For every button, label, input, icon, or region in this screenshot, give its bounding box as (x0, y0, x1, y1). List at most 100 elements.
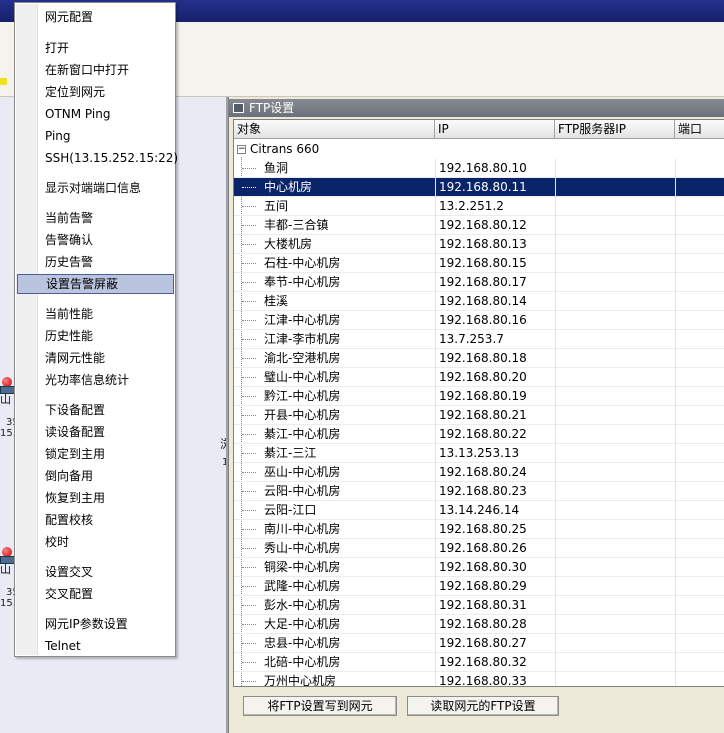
row-ftp-server-ip[interactable] (555, 558, 675, 577)
menu-item[interactable]: 清网元性能 (17, 348, 174, 368)
row-port[interactable] (675, 216, 724, 235)
row-port[interactable] (675, 596, 724, 615)
column-header-ftp-server-ip[interactable]: FTP服务器IP (555, 120, 675, 139)
row-ftp-server-ip[interactable] (555, 292, 675, 311)
column-header-object[interactable]: 对象 (234, 120, 435, 139)
row-port[interactable] (675, 425, 724, 444)
row-ftp-server-ip[interactable] (555, 539, 675, 558)
menu-item[interactable]: 锁定到主用 (17, 444, 174, 464)
table-row[interactable]: 石柱-中心机房 192.168.80.15 (234, 254, 724, 273)
write-ftp-settings-button[interactable]: 将FTP设置写到网元 (243, 696, 397, 716)
row-ftp-server-ip[interactable] (555, 197, 675, 216)
row-ftp-server-ip[interactable] (555, 406, 675, 425)
row-port[interactable] (675, 159, 724, 178)
column-header-ip[interactable]: IP (435, 120, 555, 139)
row-port[interactable] (675, 558, 724, 577)
row-port[interactable] (675, 254, 724, 273)
menu-item[interactable]: 告警确认 (17, 230, 174, 250)
table-row[interactable]: 云阳-中心机房 192.168.80.23 (234, 482, 724, 501)
table-row[interactable]: 开县-中心机房 192.168.80.21 (234, 406, 724, 425)
menu-item[interactable]: 设置交叉 (17, 562, 174, 582)
table-row[interactable]: 铜梁-中心机房 192.168.80.30 (234, 558, 724, 577)
row-ftp-server-ip[interactable] (555, 577, 675, 596)
table-row[interactable]: 丰都-三合镇 192.168.80.12 (234, 216, 724, 235)
table-row[interactable]: 万州中心机房 192.168.80.33 (234, 672, 724, 686)
table-row[interactable]: 璧山-中心机房 192.168.80.20 (234, 368, 724, 387)
row-ftp-server-ip[interactable] (555, 216, 675, 235)
row-port[interactable] (675, 482, 724, 501)
row-port[interactable] (675, 634, 724, 653)
row-ftp-server-ip[interactable] (555, 178, 675, 197)
row-ftp-server-ip[interactable] (555, 159, 675, 178)
row-ftp-server-ip[interactable] (555, 672, 675, 686)
menu-item[interactable]: 下设备配置 (17, 400, 174, 420)
menu-item[interactable]: Telnet (17, 636, 174, 656)
menu-item[interactable]: 显示对端端口信息 (17, 178, 174, 198)
menu-item[interactable]: 历史告警 (17, 252, 174, 272)
menu-item[interactable]: 当前性能 (17, 304, 174, 324)
menu-item[interactable]: Ping (17, 126, 174, 146)
menu-item[interactable]: 倒向备用 (17, 466, 174, 486)
row-port[interactable] (675, 520, 724, 539)
table-row[interactable]: 北碚-中心机房 192.168.80.32 (234, 653, 724, 672)
row-port[interactable] (675, 653, 724, 672)
table-row[interactable]: 江津-李市机房 13.7.253.7 (234, 330, 724, 349)
menu-item[interactable]: SSH(13.15.252.15:22) (17, 148, 178, 168)
menu-item[interactable]: 历史性能 (17, 326, 174, 346)
table-row[interactable]: 奉节-中心机房 192.168.80.17 (234, 273, 724, 292)
row-port[interactable] (675, 463, 724, 482)
row-ftp-server-ip[interactable] (555, 653, 675, 672)
table-row[interactable]: 中心机房 192.168.80.11 (234, 178, 724, 197)
menu-item[interactable]: 当前告警 (17, 208, 174, 228)
collapse-icon[interactable]: − (237, 145, 246, 154)
ftp-window-title-bar[interactable]: FTP设置 (229, 99, 724, 117)
row-ftp-server-ip[interactable] (555, 615, 675, 634)
menu-item[interactable]: 设置告警屏蔽 (17, 274, 174, 294)
row-ftp-server-ip[interactable] (555, 311, 675, 330)
table-row[interactable]: 綦江-三江 13.13.253.13 (234, 444, 724, 463)
row-ftp-server-ip[interactable] (555, 501, 675, 520)
row-port[interactable] (675, 539, 724, 558)
table-row[interactable]: 南川-中心机房 192.168.80.25 (234, 520, 724, 539)
row-ftp-server-ip[interactable] (555, 482, 675, 501)
table-row[interactable]: 忠县-中心机房 192.168.80.27 (234, 634, 724, 653)
row-port[interactable] (675, 349, 724, 368)
row-ftp-server-ip[interactable] (555, 254, 675, 273)
row-ftp-server-ip[interactable] (555, 235, 675, 254)
table-row[interactable]: 桂溪 192.168.80.14 (234, 292, 724, 311)
menu-item[interactable]: 在新窗口中打开 (17, 60, 174, 80)
row-port[interactable] (675, 501, 724, 520)
row-ftp-server-ip[interactable] (555, 349, 675, 368)
row-port[interactable] (675, 406, 724, 425)
row-port[interactable] (675, 197, 724, 216)
table-row[interactable]: 秀山-中心机房 192.168.80.26 (234, 539, 724, 558)
row-port[interactable] (675, 273, 724, 292)
tree-root-row[interactable]: − Citrans 660 (234, 140, 724, 159)
row-port[interactable] (675, 577, 724, 596)
table-row[interactable]: 鱼洞 192.168.80.10 (234, 159, 724, 178)
table-row[interactable]: 黔江-中心机房 192.168.80.19 (234, 387, 724, 406)
row-port[interactable] (675, 672, 724, 686)
row-ftp-server-ip[interactable] (555, 387, 675, 406)
row-port[interactable] (675, 387, 724, 406)
row-port[interactable] (675, 368, 724, 387)
menu-item[interactable]: 打开 (17, 38, 174, 58)
table-row[interactable]: 云阳-江口 13.14.246.14 (234, 501, 724, 520)
row-ftp-server-ip[interactable] (555, 634, 675, 653)
menu-item[interactable]: 定位到网元 (17, 82, 174, 102)
row-ftp-server-ip[interactable] (555, 368, 675, 387)
row-ftp-server-ip[interactable] (555, 425, 675, 444)
row-port[interactable] (675, 235, 724, 254)
table-row[interactable]: 渝北-空港机房 192.168.80.18 (234, 349, 724, 368)
read-ftp-settings-button[interactable]: 读取网元的FTP设置 (407, 696, 559, 716)
row-ftp-server-ip[interactable] (555, 596, 675, 615)
column-header-port[interactable]: 端口 (675, 120, 724, 139)
table-row[interactable]: 彭水-中心机房 192.168.80.31 (234, 596, 724, 615)
menu-item[interactable]: 网元配置 (17, 7, 174, 27)
table-row[interactable]: 江津-中心机房 192.168.80.16 (234, 311, 724, 330)
row-ftp-server-ip[interactable] (555, 520, 675, 539)
menu-item[interactable]: 网元IP参数设置 (17, 614, 174, 634)
table-row[interactable]: 大楼机房 192.168.80.13 (234, 235, 724, 254)
table-row[interactable]: 綦江-中心机房 192.168.80.22 (234, 425, 724, 444)
row-port[interactable] (675, 615, 724, 634)
